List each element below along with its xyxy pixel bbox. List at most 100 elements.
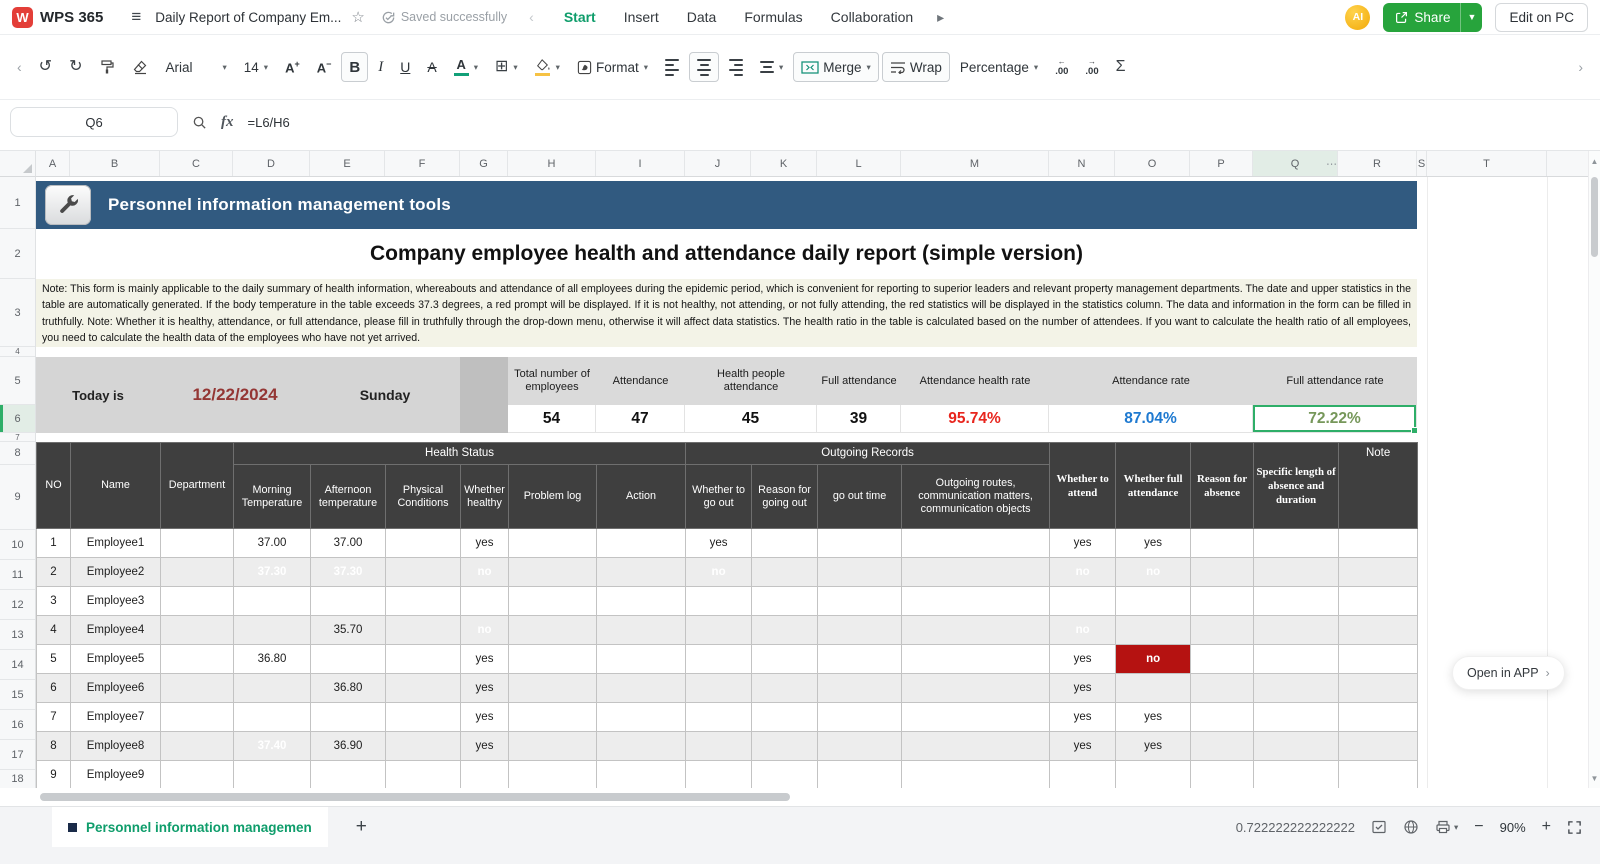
cell[interactable] (1190, 673, 1255, 703)
fill-color-button[interactable]: ▾ (528, 52, 567, 82)
cell[interactable] (1338, 673, 1419, 703)
cell[interactable] (901, 702, 1051, 732)
cell[interactable]: 4 (36, 615, 71, 645)
italic-button[interactable]: I (371, 52, 390, 82)
cell[interactable] (901, 644, 1051, 674)
cell[interactable] (1190, 702, 1255, 732)
share-button[interactable]: Share ▼ (1383, 2, 1483, 32)
banner-cell[interactable]: Personnel information management tools (36, 181, 1417, 229)
cell[interactable]: no (460, 557, 509, 587)
column-header-S[interactable]: S (1417, 151, 1427, 176)
cell[interactable] (160, 702, 234, 732)
zoom-out-button[interactable]: − (1474, 819, 1483, 835)
column-header-L[interactable]: L (817, 151, 901, 176)
stat-label[interactable]: Full attendance (817, 357, 901, 405)
scroll-up-icon[interactable]: ▲ (1589, 157, 1600, 166)
row-header-4[interactable]: 4 (0, 347, 35, 357)
column-header-I[interactable]: I (596, 151, 685, 176)
cell[interactable]: yes (685, 528, 753, 558)
menu-start[interactable]: Start (564, 9, 596, 25)
stat-value[interactable]: 47 (596, 405, 685, 433)
cell[interactable]: Employee3 (70, 586, 161, 616)
cell[interactable] (751, 673, 819, 703)
cell[interactable] (751, 557, 819, 587)
header-no[interactable]: NO (36, 442, 71, 529)
cell[interactable]: Employee9 (70, 760, 161, 789)
cell[interactable] (817, 731, 903, 761)
cell[interactable] (751, 615, 819, 645)
row-header-3[interactable]: 3 (0, 279, 35, 347)
cell[interactable] (160, 673, 234, 703)
cell[interactable] (595, 557, 687, 587)
cell[interactable]: 5 (36, 644, 71, 674)
cell[interactable] (508, 528, 597, 558)
cell[interactable] (817, 644, 903, 674)
cell[interactable] (508, 557, 597, 587)
font-color-button[interactable]: A ▾ (447, 52, 485, 82)
row-header-7[interactable]: 7 (0, 433, 35, 442)
cell[interactable] (901, 673, 1051, 703)
number-format-select[interactable]: Percentage ▾ (953, 52, 1045, 82)
table-header[interactable]: Morning Temperature (233, 464, 311, 529)
vertical-scrollbar[interactable]: ▲ ▼ (1588, 151, 1600, 789)
sheet-area[interactable]: Personnel information management tools C… (36, 177, 1588, 789)
report-title-cell[interactable]: Company employee health and attendance d… (36, 229, 1417, 279)
cell[interactable] (1115, 586, 1192, 616)
edit-on-pc-button[interactable]: Edit on PC (1495, 2, 1588, 32)
align-right-button[interactable] (722, 52, 750, 82)
cell[interactable]: 7 (36, 702, 71, 732)
font-family-select[interactable]: Arial ▾ (158, 52, 233, 82)
today-label-cell[interactable]: Today is (36, 388, 160, 403)
cell[interactable]: 37.30 (310, 557, 386, 587)
clear-format-button[interactable] (125, 52, 155, 82)
cell[interactable]: yes (460, 644, 509, 674)
name-box[interactable]: Q6 (10, 107, 178, 137)
cell[interactable] (685, 702, 753, 732)
cell[interactable] (901, 557, 1051, 587)
cell[interactable] (233, 673, 311, 703)
row-header-1[interactable]: 1 (0, 177, 35, 229)
cell[interactable] (1338, 557, 1419, 587)
cell[interactable] (508, 673, 597, 703)
open-in-app-button[interactable]: Open in APP › (1452, 656, 1565, 690)
cell[interactable]: Employee4 (70, 615, 161, 645)
cell[interactable] (817, 557, 903, 587)
table-header[interactable]: go out time (817, 464, 903, 529)
column-header-P[interactable]: P (1190, 151, 1253, 176)
increase-decimal-button[interactable]: ← .00 (1048, 52, 1075, 82)
menu-data[interactable]: Data (687, 9, 717, 25)
stat-label[interactable]: Attendance health rate (901, 357, 1049, 405)
stat-value[interactable]: 72.22% (1253, 405, 1418, 434)
stat-value[interactable]: 87.04% (1049, 405, 1253, 433)
stat-value[interactable]: 95.74% (901, 405, 1049, 433)
cell[interactable] (595, 760, 687, 789)
cell[interactable] (1338, 615, 1419, 645)
cell[interactable] (1253, 673, 1340, 703)
cell[interactable]: 36.80 (233, 644, 311, 674)
main-menu-icon[interactable]: ≡ (131, 7, 141, 27)
cell[interactable] (751, 760, 819, 789)
row-header-17[interactable]: 17 (0, 740, 35, 770)
cell[interactable]: no (1049, 557, 1117, 587)
cell[interactable] (385, 615, 461, 645)
column-header-D[interactable]: D (233, 151, 310, 176)
cell[interactable] (595, 586, 687, 616)
cell[interactable] (233, 586, 311, 616)
column-header-T[interactable]: T (1427, 151, 1547, 176)
cell[interactable] (817, 702, 903, 732)
row-header-10[interactable]: 10 (0, 530, 35, 560)
share-dropdown-caret[interactable]: ▼ (1460, 2, 1482, 32)
cell[interactable] (1338, 702, 1419, 732)
print-button[interactable]: ▾ (1435, 819, 1458, 835)
column-header-Q[interactable]: Q ⋯ (1253, 151, 1338, 176)
cell[interactable] (310, 644, 386, 674)
column-header-J[interactable]: J (685, 151, 751, 176)
cell[interactable] (685, 673, 753, 703)
cell[interactable] (595, 615, 687, 645)
cell[interactable]: yes (1049, 644, 1117, 674)
borders-button[interactable]: ⊞ ▾ (488, 52, 525, 82)
cell[interactable] (508, 702, 597, 732)
header-note[interactable]: Note (1338, 442, 1419, 529)
cell[interactable]: yes (1115, 731, 1192, 761)
formula-input[interactable]: =L6/H6 (248, 115, 290, 130)
